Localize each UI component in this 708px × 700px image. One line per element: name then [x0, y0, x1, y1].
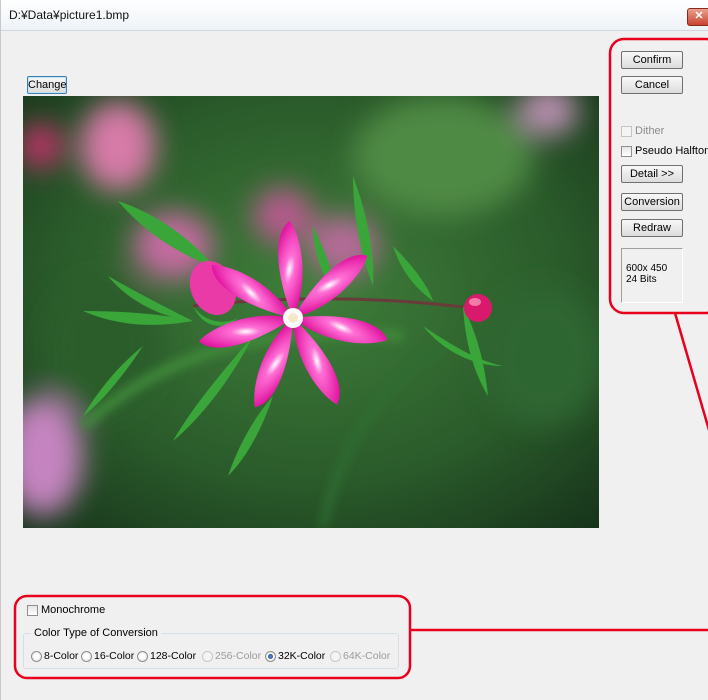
radio-64k-color: [330, 651, 341, 662]
radio-label-16-color: 16-Color: [94, 650, 135, 662]
dither-checkbox[interactable]: [621, 126, 632, 137]
image-bits-text: 24 Bits: [626, 274, 657, 285]
radio-label-256-color: 256-Color: [215, 650, 262, 662]
conversion-button[interactable]: Conversion: [621, 193, 683, 211]
title-bar: D:¥Data¥picture1.bmp: [1, 0, 708, 31]
radio-8-color[interactable]: [31, 651, 42, 662]
image-size-text: 600x 450: [626, 263, 668, 274]
cancel-button[interactable]: Cancel: [621, 76, 683, 94]
monochrome-checkbox[interactable]: [27, 605, 38, 616]
preview-image: [23, 96, 599, 528]
detail-button[interactable]: Detail >>: [621, 165, 683, 183]
change-button[interactable]: Change: [27, 76, 67, 94]
radio-label-128-color: 128-Color: [150, 650, 197, 662]
radio-256-color: [202, 651, 213, 662]
radio-128-color[interactable]: [137, 651, 148, 662]
pseudo-halftone-label: Pseudo Halftone: [635, 145, 708, 157]
image-info-panel: 600x 450 24 Bits: [621, 248, 683, 303]
radio-label-64k-color: 64K-Color: [343, 650, 391, 662]
confirm-button[interactable]: Confirm: [621, 51, 683, 69]
callout-line-right: [673, 312, 708, 431]
radio-label-32k-color: 32K-Color: [278, 650, 326, 662]
close-button[interactable]: ✕: [687, 8, 708, 26]
color-type-title: Color Type of Conversion: [31, 627, 161, 639]
window-title: D:¥Data¥picture1.bmp: [9, 8, 130, 22]
pseudo-halftone-checkbox[interactable]: [621, 146, 632, 157]
radio-32k-color[interactable]: [265, 651, 276, 662]
redraw-button[interactable]: Redraw: [621, 219, 683, 237]
monochrome-label: Monochrome: [41, 604, 106, 616]
radio-16-color[interactable]: [81, 651, 92, 662]
dialog-window: D:¥Data¥picture1.bmp ✕ Change Confirm Ca…: [0, 0, 708, 700]
radio-label-8-color: 8-Color: [44, 650, 79, 662]
dither-label: Dither: [635, 125, 665, 137]
